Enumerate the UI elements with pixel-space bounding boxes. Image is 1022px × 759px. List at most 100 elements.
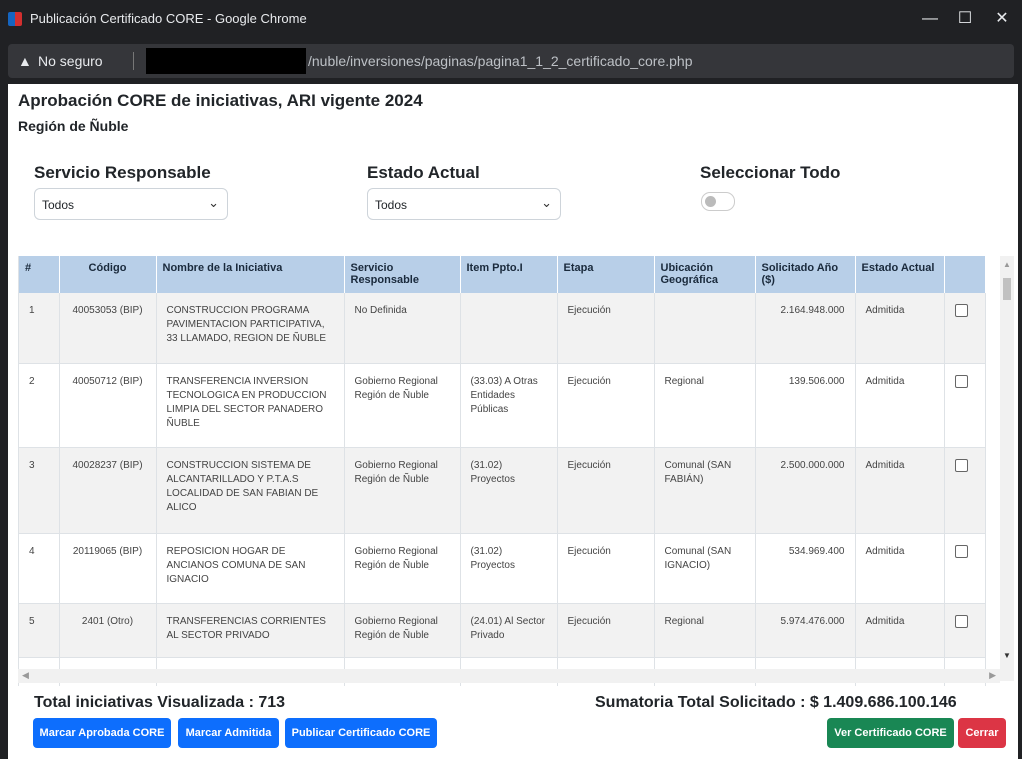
vertical-scrollbar[interactable]: ▲ ▼ [1000,256,1014,681]
row-checkbox[interactable] [954,304,968,317]
cell-codigo: 40050712 (BIP) [59,363,157,448]
scroll-left-icon[interactable]: ◀ [22,670,29,681]
cell-item: (24.01) Al Sector Privado [460,603,558,658]
table-header-row: # Código Nombre de la Iniciativa Servici… [19,256,986,293]
table-row: 4 20119065 (BIP) REPOSICION HOGAR DE ANC… [19,533,986,604]
sumatoria-total-label: Sumatoria Total Solicitado : $ 1.409.686… [595,694,957,711]
scroll-down-icon[interactable]: ▼ [1003,651,1011,660]
cell-codigo: 40053053 (BIP) [59,293,157,364]
estado-select[interactable]: Todos ⌄ [367,188,561,220]
column-header-codigo[interactable]: Código [59,256,157,293]
cell-ubicacion: Comunal (SAN IGNACIO) [654,533,756,604]
cell-codigo: 20119065 (BIP) [59,533,157,604]
chevron-down-icon: ⌄ [541,195,552,210]
row-checkbox[interactable] [954,374,968,388]
servicio-select-value: Todos [42,198,75,212]
column-header-nombre[interactable]: Nombre de la Iniciativa [156,256,345,293]
cell-nombre: CONSTRUCCION SISTEMA DE ALCANTARILLADO Y… [156,447,345,534]
publicar-certificado-button[interactable]: Publicar Certificado CORE [285,718,437,748]
cell-index: 3 [19,447,60,534]
servicio-select[interactable]: Todos ⌄ [34,188,228,220]
cell-solicitado: 534.969.400 [755,533,856,604]
iniciativas-table: # Código Nombre de la Iniciativa Servici… [19,256,986,686]
estado-filter-label: Estado Actual [367,163,480,182]
column-header-estado[interactable]: Estado Actual [855,256,945,293]
cell-item: (33.03) A Otras Entidades Públicas [460,363,558,448]
cell-select [944,603,986,658]
cell-select [944,447,986,534]
cell-codigo: 40028237 (BIP) [59,447,157,534]
column-header-item[interactable]: Item Ppto.I [460,256,558,293]
url-path[interactable]: /nuble/inversiones/paginas/pagina1_1_2_c… [308,53,693,69]
column-header-etapa[interactable]: Etapa [557,256,655,293]
cell-index: 2 [19,363,60,448]
marcar-aprobada-button[interactable]: Marcar Aprobada CORE [33,718,171,748]
cell-ubicacion: Regional [654,603,756,658]
cell-ubicacion: Comunal (SAN FABIÁN) [654,447,756,534]
scroll-thumb[interactable] [1003,278,1011,300]
cell-codigo: 2401 (Otro) [59,603,157,658]
cell-select [944,293,986,364]
cell-estado: Admitida [855,603,945,658]
horizontal-scrollbar[interactable]: ◀ ▶ [18,669,1000,683]
cell-estado: Admitida [855,533,945,604]
cell-etapa: Ejecución [557,603,655,658]
cell-estado: Admitida [855,447,945,534]
minimize-button[interactable]: — [910,6,950,32]
page-subtitle: Región de Ñuble [18,118,129,134]
app-favicon-icon [8,12,22,26]
scroll-right-icon[interactable]: ▶ [989,670,996,681]
row-checkbox[interactable] [954,544,968,558]
close-window-button[interactable]: ✕ [982,6,1022,32]
cell-select [944,363,986,448]
cell-etapa: Ejecución [557,363,655,448]
row-checkbox[interactable] [954,458,968,472]
servicio-filter-label: Servicio Responsable [34,163,211,182]
cell-item [460,293,558,364]
row-checkbox[interactable] [954,614,968,628]
cell-estado: Admitida [855,363,945,448]
column-header-index[interactable]: # [19,256,60,293]
cell-select [944,533,986,604]
window-title: Publicación Certificado CORE - Google Ch… [30,11,307,26]
table-row: 1 40053053 (BIP) CONSTRUCCION PROGRAMA P… [19,293,986,364]
chevron-down-icon: ⌄ [208,195,219,210]
cell-nombre: TRANSFERENCIA INVERSION TECNOLOGICA EN P… [156,363,345,448]
column-header-ubicacion[interactable]: Ubicación Geográfica [654,256,756,293]
address-separator [133,52,134,70]
cell-item: (31.02) Proyectos [460,447,558,534]
column-header-select [944,256,986,293]
iniciativas-table-container: # Código Nombre de la Iniciativa Servici… [18,256,1015,686]
cell-index: 4 [19,533,60,604]
cell-servicio: Gobierno Regional Región de Ñuble [344,533,461,604]
cell-solicitado: 5.974.476.000 [755,603,856,658]
warning-icon[interactable]: ▲ [18,53,32,69]
cerrar-button[interactable]: Cerrar [958,718,1006,748]
address-bar[interactable]: ▲ No seguro /nuble/inversiones/paginas/p… [8,44,1014,78]
total-iniciativas-label: Total iniciativas Visualizada : 713 [34,694,286,711]
cell-item: (31.02) Proyectos [460,533,558,604]
column-header-servicio[interactable]: Servicio Responsable [344,256,461,293]
table-row: 2 40050712 (BIP) TRANSFERENCIA INVERSION… [19,363,986,448]
redacted-host [146,48,306,74]
column-header-solicitado[interactable]: Solicitado Año ($) [755,256,856,293]
toggle-knob [705,196,716,207]
table-row: 5 2401 (Otro) TRANSFERENCIAS CORRIENTES … [19,603,986,658]
cell-solicitado: 2.500.000.000 [755,447,856,534]
page-title: Aprobación CORE de iniciativas, ARI vige… [18,91,423,110]
security-indicator[interactable]: No seguro [38,53,103,69]
cell-solicitado: 2.164.948.000 [755,293,856,364]
cell-index: 1 [19,293,60,364]
cell-etapa: Ejecución [557,447,655,534]
ver-certificado-button[interactable]: Ver Certificado CORE [827,718,954,748]
maximize-button[interactable]: ☐ [945,6,985,32]
scroll-up-icon[interactable]: ▲ [1003,260,1011,269]
marcar-admitida-button[interactable]: Marcar Admitida [178,718,279,748]
cell-servicio: Gobierno Regional Región de Ñuble [344,603,461,658]
cell-nombre: REPOSICION HOGAR DE ANCIANOS COMUNA DE S… [156,533,345,604]
cell-servicio: No Definida [344,293,461,364]
cell-estado: Admitida [855,293,945,364]
cell-nombre: TRANSFERENCIAS CORRIENTES AL SECTOR PRIV… [156,603,345,658]
cell-index: 5 [19,603,60,658]
select-all-toggle[interactable] [701,192,735,211]
